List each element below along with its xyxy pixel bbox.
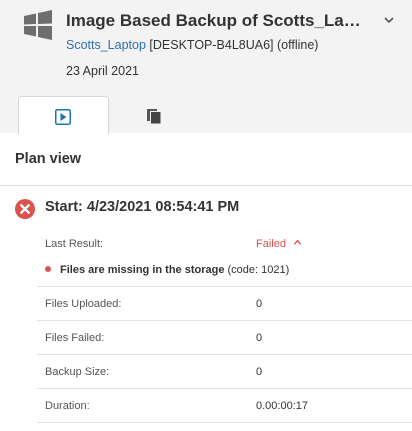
row-divider [37, 388, 412, 389]
backup-size-label: Backup Size: [45, 366, 110, 378]
copy-icon [147, 109, 161, 124]
files-uploaded-value: 0 [256, 298, 263, 310]
plan-date: 23 April 2021 [66, 64, 139, 78]
last-result-toggle[interactable]: Failed [256, 238, 302, 250]
last-result-label: Last Result: [45, 238, 104, 250]
device-info: [DESKTOP-B4L8UA6] (offline) [149, 38, 319, 52]
play-icon [55, 109, 71, 125]
error-circle-icon [15, 199, 35, 219]
row-divider [37, 354, 412, 355]
run-start-title: Start: 4/23/2021 08:54:41 PM [45, 199, 240, 215]
files-failed-value: 0 [256, 332, 263, 344]
duration-label: Duration: [45, 400, 90, 412]
last-result-value: Failed [256, 238, 286, 250]
duration-value: 0.00:00:17 [256, 400, 308, 412]
section-title: Plan view [15, 151, 82, 167]
error-code: (code: 1021) [224, 264, 290, 276]
row-divider [37, 286, 412, 287]
row-divider [37, 320, 412, 321]
tab-copy[interactable] [120, 96, 190, 134]
error-message-text: Files are missing in the storage [60, 264, 225, 276]
files-failed-label: Files Failed: [45, 332, 105, 344]
windows-logo-icon [24, 10, 52, 40]
chevron-down-icon[interactable] [383, 14, 395, 26]
error-message: Files are missing in the storage (code: … [60, 264, 289, 276]
device-link[interactable]: Scotts_Laptop [66, 38, 146, 52]
files-uploaded-label: Files Uploaded: [45, 298, 122, 310]
chevron-up-icon [293, 239, 302, 245]
plan-header: Image Based Backup of Scotts_Laptop Scot… [0, 0, 412, 134]
divider [0, 185, 412, 186]
backup-size-value: 0 [256, 366, 263, 378]
error-dot-icon [45, 266, 51, 272]
tab-plan-view[interactable] [18, 96, 109, 134]
row-divider [37, 422, 412, 423]
device-line: Scotts_Laptop [DESKTOP-B4L8UA6] (offline… [66, 38, 318, 52]
plan-title: Image Based Backup of Scotts_Laptop [66, 11, 371, 30]
